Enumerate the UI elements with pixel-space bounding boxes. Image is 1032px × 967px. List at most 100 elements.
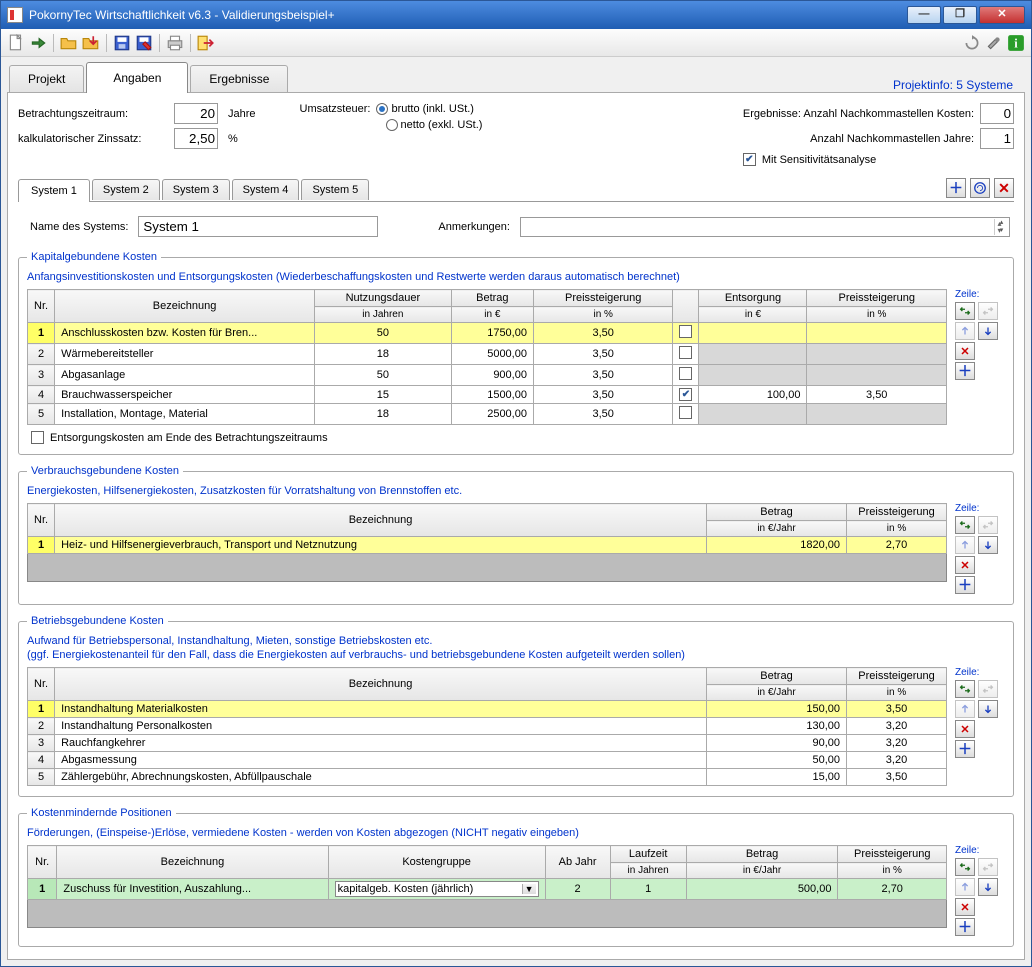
import-icon[interactable] [82, 34, 100, 52]
row-add-button[interactable]: ＋ [955, 362, 975, 380]
verbrauch-subdesc: Energiekosten, Hilfsenergiekosten, Zusat… [27, 485, 1005, 497]
exit-icon[interactable] [197, 34, 215, 52]
tab-system-5[interactable]: System 5 [301, 179, 369, 200]
titlebar: PokornyTec Wirtschaftlichkeit v6.3 - Val… [1, 1, 1031, 29]
table-row[interactable]: 1Heiz- und Hilfsenergieverbrauch, Transp… [28, 537, 947, 554]
kapital-table[interactable]: Nr. Bezeichnung NutzungsdauerBetragPreis… [27, 289, 947, 425]
row-up-button[interactable] [955, 700, 975, 718]
disposal-checkbox[interactable]: ✔ [679, 388, 692, 401]
print-icon[interactable] [166, 34, 184, 52]
content-panel: Betrachtungszeitraum:Jahre kalkulatorisc… [7, 92, 1025, 960]
disposal-checkbox[interactable] [679, 325, 692, 338]
project-info: Projektinfo: 5 Systeme [893, 78, 1023, 92]
row-swap-left-button[interactable] [955, 680, 975, 698]
svg-text:i: i [1014, 36, 1018, 50]
tab-angaben[interactable]: Angaben [86, 62, 188, 93]
disposal-checkbox[interactable] [679, 367, 692, 380]
row-swap-left-button[interactable] [955, 302, 975, 320]
minimize-button[interactable]: ― [907, 6, 941, 24]
table-row[interactable]: 4Brauchwasserspeicher151500,003,50✔100,0… [28, 386, 947, 404]
remarks-input[interactable]: ▴▾ [520, 217, 1010, 237]
radio-brutto[interactable]: brutto (inkl. USt.) [376, 103, 474, 115]
period-input[interactable] [174, 103, 218, 124]
table-row[interactable]: 2Wärmebereitsteller185000,003,50 [28, 344, 947, 365]
row-up-button[interactable] [955, 536, 975, 554]
mindernde-table[interactable]: Nr. Bezeichnung Kostengruppe Ab Jahr Lau… [27, 845, 947, 900]
decimals-years-label: Anzahl Nachkommastellen Jahre: [810, 133, 974, 145]
table-row[interactable]: 5Installation, Montage, Material182500,0… [28, 404, 947, 425]
copy-system-button[interactable] [970, 178, 990, 198]
sensitivity-checkbox[interactable]: ✔ [743, 153, 756, 166]
tab-system-3[interactable]: System 3 [162, 179, 230, 200]
table-row[interactable]: 1Instandhaltung Materialkosten150,003,50 [28, 701, 947, 718]
system-name-input[interactable] [138, 216, 378, 237]
row-swap-right-button[interactable] [978, 302, 998, 320]
main-tabs: Projekt Angaben Ergebnisse Projektinfo: … [1, 57, 1031, 92]
new-file-icon[interactable] [7, 34, 25, 52]
settings-icon[interactable] [985, 34, 1003, 52]
tab-system-1[interactable]: System 1 [18, 179, 90, 202]
row-swap-right-button[interactable] [978, 680, 998, 698]
row-delete-button[interactable]: ✕ [955, 556, 975, 574]
rate-input[interactable] [174, 128, 218, 149]
row-down-button[interactable] [978, 536, 998, 554]
row-down-button[interactable] [978, 700, 998, 718]
row-delete-button[interactable]: ✕ [955, 342, 975, 360]
table-row[interactable]: 2Instandhaltung Personalkosten130,003,20 [28, 718, 947, 735]
row-add-button[interactable]: ＋ [955, 918, 975, 936]
verbrauch-legend: Verbrauchsgebundene Kosten [27, 465, 183, 477]
table-row[interactable]: 3Rauchfangkehrer90,003,20 [28, 735, 947, 752]
costgroup-dropdown[interactable]: kapitalgeb. Kosten (jährlich)▼ [335, 881, 539, 897]
info-icon[interactable]: i [1007, 34, 1025, 52]
tab-projekt[interactable]: Projekt [9, 65, 84, 92]
radio-netto[interactable]: netto (exkl. USt.) [386, 119, 483, 131]
verbrauch-empty-area [27, 554, 947, 582]
tab-ergebnisse[interactable]: Ergebnisse [190, 65, 288, 92]
toolbar: i [1, 29, 1031, 57]
row-down-button[interactable] [978, 322, 998, 340]
table-row[interactable]: 5Zählergebühr, Abrechnungskosten, Abfüll… [28, 769, 947, 786]
tab-system-4[interactable]: System 4 [232, 179, 300, 200]
system-tabs: System 1 System 2 System 3 System 4 Syst… [18, 178, 1014, 202]
row-swap-right-button[interactable] [978, 858, 998, 876]
row-swap-right-button[interactable] [978, 516, 998, 534]
disposal-checkbox[interactable] [679, 346, 692, 359]
verbrauch-table[interactable]: Nr. Bezeichnung BetragPreissteigerung in… [27, 503, 947, 554]
add-system-button[interactable]: ＋ [946, 178, 966, 198]
open-arrow-icon[interactable] [29, 34, 47, 52]
delete-system-button[interactable]: ✕ [994, 178, 1014, 198]
mindernde-group: Kostenmindernde Positionen Förderungen, … [18, 807, 1014, 947]
betrieb-legend: Betriebsgebundene Kosten [27, 615, 168, 627]
save-icon[interactable] [113, 34, 131, 52]
row-up-button[interactable] [955, 878, 975, 896]
row-swap-left-button[interactable] [955, 858, 975, 876]
maximize-button[interactable]: ❐ [943, 6, 977, 24]
refresh-icon[interactable] [963, 34, 981, 52]
rate-label: kalkulatorischer Zinssatz: [18, 133, 168, 145]
table-row[interactable]: 1Anschlusskosten bzw. Kosten für Bren...… [28, 323, 947, 344]
decimals-cost-label: Ergebnisse: Anzahl Nachkommastellen Kost… [743, 108, 974, 120]
row-delete-button[interactable]: ✕ [955, 720, 975, 738]
mindernde-subdesc: Förderungen, (Einspeise-)Erlöse, vermied… [27, 827, 1005, 839]
table-row[interactable]: 4Abgasmessung50,003,20 [28, 752, 947, 769]
window-title: PokornyTec Wirtschaftlichkeit v6.3 - Val… [29, 8, 905, 22]
app-icon [7, 7, 23, 23]
row-down-button[interactable] [978, 878, 998, 896]
row-up-button[interactable] [955, 322, 975, 340]
save-as-icon[interactable] [135, 34, 153, 52]
disposal-checkbox[interactable] [679, 406, 692, 419]
kapital-legend: Kapitalgebundene Kosten [27, 251, 161, 263]
open-folder-icon[interactable] [60, 34, 78, 52]
decimals-cost-input[interactable] [980, 103, 1014, 124]
table-row[interactable]: 1Zuschuss für Investition, Auszahlung...… [28, 879, 947, 900]
disposal-end-checkbox[interactable] [31, 431, 44, 444]
tab-system-2[interactable]: System 2 [92, 179, 160, 200]
decimals-years-input[interactable] [980, 128, 1014, 149]
row-swap-left-button[interactable] [955, 516, 975, 534]
row-add-button[interactable]: ＋ [955, 576, 975, 594]
betrieb-table[interactable]: Nr. Bezeichnung BetragPreissteigerung in… [27, 667, 947, 786]
close-button[interactable]: ✕ [979, 6, 1025, 24]
row-add-button[interactable]: ＋ [955, 740, 975, 758]
table-row[interactable]: 3Abgasanlage50900,003,50 [28, 365, 947, 386]
row-delete-button[interactable]: ✕ [955, 898, 975, 916]
